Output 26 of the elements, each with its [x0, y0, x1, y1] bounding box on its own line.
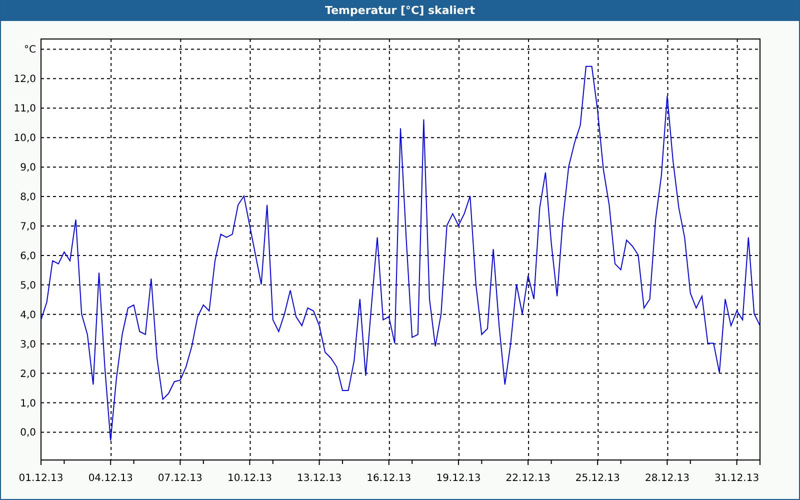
axis-label: 31.12.13 [714, 473, 760, 484]
axis-label: 13.12.13 [297, 473, 342, 484]
axis-label: 8,0 [20, 192, 36, 204]
axis-label: 25.12.13 [575, 473, 620, 484]
axis-label: 0,0 [20, 428, 36, 439]
axis-label: 6,0 [20, 250, 36, 262]
axis-label: 04.12.13 [88, 473, 133, 484]
axis-label: 01.12.13 [18, 473, 64, 484]
axis-label: 16.12.13 [366, 473, 412, 484]
axis-label: 11,0 [14, 104, 36, 115]
axis-label: 5,0 [20, 280, 36, 292]
axis-label: 9,0 [20, 162, 36, 174]
axis-label: 10,0 [14, 133, 36, 144]
axis-label: 19.12.13 [436, 473, 481, 484]
axis-label: 1,0 [20, 398, 36, 410]
axis-label: 4,0 [20, 310, 36, 321]
axis-label: 10.12.13 [227, 473, 272, 484]
axis-label: 28.12.13 [644, 473, 690, 484]
axis-label: 22.12.13 [506, 473, 550, 484]
axis-label: 7,0 [20, 222, 36, 232]
axis-label: 07.12.13 [158, 473, 202, 484]
title-bar: Temperatur [°C] skaliert [1, 0, 799, 21]
axis-label: 2,0 [20, 368, 36, 380]
axis-label: 3,0 [20, 339, 36, 350]
axis-label: °C [24, 44, 36, 56]
axis-label: 12,0 [14, 74, 36, 86]
